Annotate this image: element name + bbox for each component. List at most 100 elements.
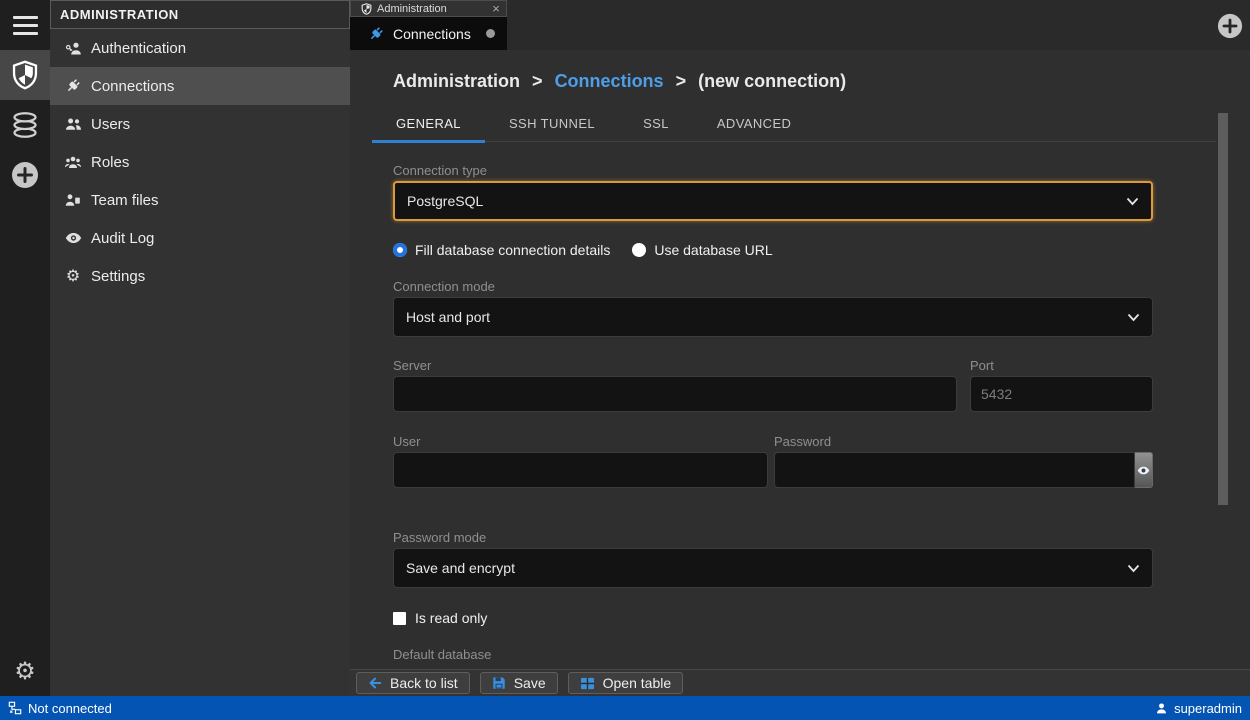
hamburger-icon (13, 16, 38, 19)
default-database-label: Default database (393, 647, 1153, 662)
save-button[interactable]: Save (480, 672, 558, 694)
back-to-list-button[interactable]: Back to list (356, 672, 470, 694)
connection-status-text: Not connected (28, 701, 112, 716)
open-table-button[interactable]: Open table (568, 672, 684, 694)
database-url-radio[interactable]: Use database URL (632, 242, 772, 258)
status-bar: Not connected superadmin (0, 696, 1250, 720)
tab-general[interactable]: GENERAL (372, 109, 485, 143)
is-read-only-label: Is read only (415, 610, 487, 626)
connection-type-select[interactable]: PostgreSQL (393, 181, 1153, 221)
connection-type-value: PostgreSQL (407, 193, 483, 209)
arrow-left-icon (368, 677, 382, 689)
rail-database-button[interactable] (0, 100, 50, 150)
save-icon (492, 676, 506, 690)
sidebar-item-label: Users (91, 116, 130, 133)
disconnected-icon (8, 701, 22, 715)
tab-advanced[interactable]: ADVANCED (693, 109, 815, 143)
database-url-label: Use database URL (654, 242, 772, 258)
sidebar-item-settings[interactable]: ⚙ Settings (50, 257, 350, 295)
breadcrumb: Administration > Connections > (new conn… (350, 50, 1250, 92)
sidebar-item-authentication[interactable]: Authentication (50, 29, 350, 67)
scrollbar-thumb[interactable] (1218, 113, 1228, 505)
plus-circle-icon (1217, 13, 1243, 39)
password-mode-select[interactable]: Save and encrypt (393, 548, 1153, 588)
logged-in-user-text: superadmin (1174, 701, 1242, 716)
close-icon[interactable]: × (492, 2, 500, 15)
user-input[interactable] (393, 452, 768, 488)
tab-group-label: Administration (377, 3, 447, 15)
sidebar-item-label: Settings (91, 268, 145, 285)
app-window: ⚙ ADMINISTRATION Authentication (0, 0, 1250, 720)
fill-details-radio[interactable]: Fill database connection details (393, 242, 610, 258)
table-icon (580, 677, 595, 690)
breadcrumb-separator: > (532, 71, 543, 91)
sidebar-item-audit-log[interactable]: Audit Log (50, 219, 350, 257)
port-label: Port (970, 358, 1153, 373)
content-area: Administration > Connections > (new conn… (350, 50, 1250, 669)
password-input[interactable] (774, 452, 1135, 488)
bottom-toolbar: Back to list Save Open (350, 669, 1250, 696)
tab-ssh-tunnel[interactable]: SSH TUNNEL (485, 109, 619, 143)
user-icon (1155, 702, 1168, 715)
user-key-icon (64, 41, 82, 56)
sidebar-item-connections[interactable]: Connections (50, 67, 350, 105)
connection-mode-value: Host and port (406, 309, 490, 325)
main-area: Administration × Connections (350, 0, 1250, 696)
password-mode-label: Password mode (393, 530, 1153, 545)
server-input[interactable] (393, 376, 957, 412)
sidebar-item-users[interactable]: Users (50, 105, 350, 143)
shield-icon (11, 60, 39, 90)
plug-icon (368, 26, 384, 42)
sidebar-item-label: Audit Log (91, 230, 154, 247)
connection-detail-mode: Fill database connection details Use dat… (393, 242, 1153, 258)
breadcrumb-separator: > (676, 71, 687, 91)
database-icon (11, 111, 39, 139)
activity-bar: ⚙ (0, 0, 50, 696)
tab-column: Administration × Connections (350, 0, 507, 50)
sidebar-item-roles[interactable]: Roles (50, 143, 350, 181)
roles-icon (64, 155, 82, 169)
user-label: User (393, 434, 768, 449)
team-files-icon (64, 193, 82, 207)
chevron-down-icon (1127, 564, 1140, 573)
sidebar: ADMINISTRATION Authentication (50, 0, 350, 696)
rail-admin-button[interactable] (0, 50, 50, 100)
breadcrumb-root: Administration (393, 71, 520, 91)
fill-details-label: Fill database connection details (415, 242, 610, 258)
server-label: Server (393, 358, 957, 373)
rail-settings-button[interactable]: ⚙ (0, 646, 50, 696)
add-tab-button[interactable] (1217, 13, 1243, 39)
rail-spacer (0, 200, 50, 646)
password-label: Password (774, 434, 1153, 449)
sidebar-item-team-files[interactable]: Team files (50, 181, 350, 219)
tab-group-administration[interactable]: Administration × (350, 0, 507, 17)
gear-icon: ⚙ (14, 659, 36, 683)
password-mode-value: Save and encrypt (406, 560, 515, 576)
connection-form: Connection type PostgreSQL Fill database… (393, 163, 1153, 662)
tabstrip: Administration × Connections (350, 0, 1250, 50)
is-read-only-checkbox[interactable]: Is read only (393, 610, 1153, 626)
users-icon (64, 117, 82, 131)
checkbox-icon (393, 612, 406, 625)
tab-connections[interactable]: Connections (350, 17, 507, 50)
breadcrumb-leaf: (new connection) (698, 71, 846, 91)
rail-add-connection-button[interactable] (0, 150, 50, 200)
shield-icon (361, 3, 372, 15)
sidebar-item-label: Team files (91, 192, 159, 209)
logged-in-user[interactable]: superadmin (1155, 701, 1242, 716)
port-input[interactable] (970, 376, 1153, 412)
breadcrumb-section-link[interactable]: Connections (555, 71, 664, 91)
chevron-down-icon (1126, 197, 1139, 206)
show-password-button[interactable] (1135, 452, 1153, 488)
form-tabs: GENERAL SSH TUNNEL SSL ADVANCED (372, 109, 1216, 142)
connection-mode-select[interactable]: Host and port (393, 297, 1153, 337)
sidebar-item-label: Connections (91, 78, 174, 95)
connection-mode-label: Connection mode (393, 279, 1153, 294)
sidebar-item-label: Authentication (91, 40, 186, 57)
tab-ssl[interactable]: SSL (619, 109, 693, 143)
connection-status[interactable]: Not connected (8, 701, 112, 716)
eye-icon (64, 232, 82, 244)
sidebar-header: ADMINISTRATION (50, 0, 350, 29)
menu-button[interactable] (0, 0, 50, 50)
tab-modified-dot (486, 29, 495, 38)
